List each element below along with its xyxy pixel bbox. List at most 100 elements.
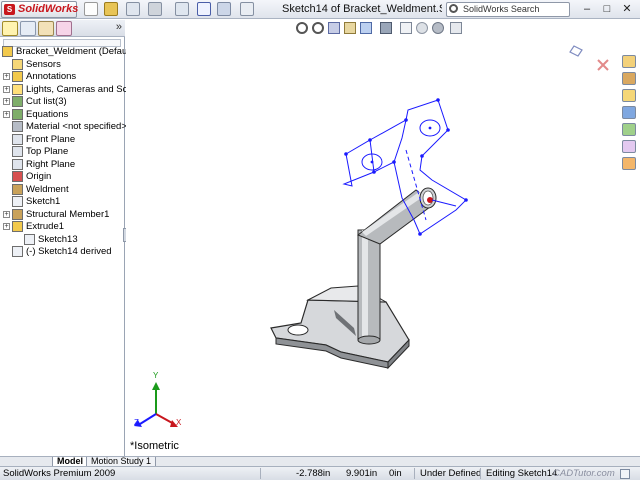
feature-tree-item[interactable]: + Structural Member1 — [0, 208, 125, 221]
view-orientation-icon[interactable] — [360, 22, 372, 34]
solidworks-menu-button[interactable]: S SolidWorks — [1, 1, 79, 18]
feature-tree-item[interactable]: + Equations — [0, 108, 125, 121]
feature-tree-item-label: Structural Member1 — [26, 208, 110, 220]
status-product: SolidWorks Premium 2009 — [3, 468, 116, 479]
sketch-icon — [12, 246, 23, 257]
restore-button[interactable]: □ — [598, 2, 616, 17]
options-icon[interactable] — [240, 2, 254, 16]
status-bar: SolidWorks Premium 2009 -2.788in 9.901in… — [0, 466, 640, 480]
status-y-coordinate: 9.901in — [346, 468, 378, 479]
apply-scene-icon[interactable] — [432, 22, 444, 34]
property-manager-tab-icon[interactable] — [20, 21, 36, 36]
appearances-icon[interactable] — [622, 140, 636, 153]
search-input[interactable]: SolidWorks Search — [446, 2, 570, 17]
confirmation-corner[interactable] — [569, 45, 609, 71]
feature-tree-item-label: Top Plane — [26, 146, 69, 157]
view-settings-icon[interactable] — [450, 22, 462, 34]
triad-z-label: Z — [134, 418, 139, 427]
vertical-tube — [357, 229, 381, 345]
feature-tree-item[interactable]: Front Plane — [0, 133, 125, 146]
expand-toggle-icon[interactable]: + — [3, 223, 10, 230]
feature-tree-item[interactable]: + Annotations — [0, 70, 125, 83]
feature-tree-item[interactable]: Bracket_Weldment (Default — [0, 45, 132, 58]
feature-tree-item[interactable]: + Cut list(3) — [0, 95, 125, 108]
feature-tree-item-label: Equations — [26, 108, 69, 120]
design-library-icon[interactable] — [622, 72, 636, 85]
feature-tree-item[interactable]: Sketch13 — [0, 233, 125, 246]
origin-icon — [12, 171, 23, 182]
feature-tree-item-label: Origin — [26, 171, 52, 182]
feature-manager-tab-icon[interactable] — [2, 21, 18, 36]
previous-view-icon[interactable] — [328, 22, 340, 34]
search-results-icon[interactable] — [622, 106, 636, 119]
feature-tree-item[interactable]: Top Plane — [0, 145, 125, 158]
feature-tree-item[interactable]: + Lights, Cameras and Scene — [0, 83, 143, 96]
help-icon[interactable] — [620, 469, 630, 479]
new-document-icon[interactable] — [84, 2, 98, 16]
title-bar: S SolidWorks Sketch14 of Bracket_Weldmen… — [0, 0, 640, 19]
solidworks-resources-icon[interactable] — [622, 55, 636, 68]
expand-toggle-icon[interactable]: + — [3, 98, 10, 105]
display-style-icon[interactable] — [380, 22, 392, 34]
select-pointer-icon[interactable] — [197, 2, 211, 16]
expand-toggle-icon[interactable]: + — [3, 110, 10, 118]
save-icon[interactable] — [126, 2, 140, 16]
minimize-button[interactable]: – — [578, 2, 596, 17]
open-folder-icon[interactable] — [104, 2, 118, 16]
feature-tree-item[interactable]: Weldment — [0, 183, 125, 196]
zoom-to-fit-icon[interactable] — [296, 22, 308, 34]
weldment-icon — [12, 183, 23, 195]
sensors-icon — [12, 58, 23, 70]
app-logo-text: SolidWorks — [18, 3, 79, 15]
expand-toggle-icon[interactable]: + — [3, 85, 10, 93]
part-icon — [2, 46, 13, 57]
close-button[interactable]: ✕ — [618, 2, 636, 17]
expand-toggle-icon[interactable]: + — [3, 210, 10, 218]
feature-tree-item-label: Material <not specified> — [26, 121, 127, 132]
exit-sketch-icon[interactable] — [569, 45, 583, 57]
cut-list-icon — [12, 96, 23, 107]
feature-tree-item[interactable]: Sketch1 — [0, 195, 125, 208]
feature-tree-item-label: Annotations — [26, 71, 77, 82]
base-plate — [270, 285, 410, 370]
feature-tree-item-label: Extrude1 — [26, 221, 65, 232]
graphics-area[interactable]: Y X Z *Isometric — [126, 20, 620, 456]
heads-up-view-toolbar — [296, 21, 466, 37]
configuration-manager-tab-icon[interactable] — [38, 21, 54, 36]
file-explorer-icon[interactable] — [622, 89, 636, 102]
feature-manager-panel: » Bracket_Weldment (Default Sensors + Annot… — [0, 20, 143, 456]
expand-toggle-icon[interactable]: + — [3, 73, 10, 80]
lights-icon — [12, 83, 23, 95]
feature-tree-item-label: Front Plane — [26, 133, 76, 145]
feature-tree-item[interactable]: (-) Sketch14 derived — [0, 245, 125, 258]
dimxpert-tab-icon[interactable] — [56, 21, 72, 36]
print-icon[interactable] — [148, 2, 162, 16]
status-sketch-state: Under Defined — [420, 468, 482, 479]
triad-x-label: X — [176, 418, 182, 427]
zoom-to-area-icon[interactable] — [312, 22, 324, 34]
feature-tree-item-label: Sensors — [26, 58, 61, 70]
custom-properties-icon[interactable] — [622, 157, 636, 170]
feature-tree-item[interactable]: Sensors — [0, 58, 125, 71]
feature-tree-item-label: Cut list(3) — [26, 96, 67, 107]
section-view-icon[interactable] — [344, 22, 356, 34]
status-x-coordinate: -2.788in — [296, 468, 331, 479]
feature-tree-item[interactable]: Origin — [0, 170, 125, 183]
edit-appearance-icon[interactable] — [416, 22, 428, 34]
feature-tree-item-label: Right Plane — [26, 158, 76, 170]
feature-tree-item[interactable]: Material <not specified> — [0, 120, 127, 133]
feature-tree-item-label: Weldment — [26, 183, 69, 195]
document-title: Sketch14 of Bracket_Weldment.SLDPR... — [282, 3, 442, 15]
panel-more-chevron-icon[interactable]: » — [116, 21, 122, 33]
hide-show-items-icon[interactable] — [400, 22, 412, 34]
triad-y-label: Y — [153, 371, 159, 380]
annotations-icon — [12, 71, 23, 82]
panel-tabs: » — [0, 20, 125, 37]
feature-tree-item[interactable]: + Extrude1 — [0, 220, 125, 233]
angled-tube — [357, 187, 437, 245]
feature-tree-item-label: (-) Sketch14 derived — [26, 246, 112, 257]
feature-tree-item[interactable]: Right Plane — [0, 158, 125, 171]
view-palette-icon[interactable] — [622, 123, 636, 136]
undo-icon[interactable] — [175, 2, 189, 16]
rebuild-icon[interactable] — [217, 2, 231, 16]
